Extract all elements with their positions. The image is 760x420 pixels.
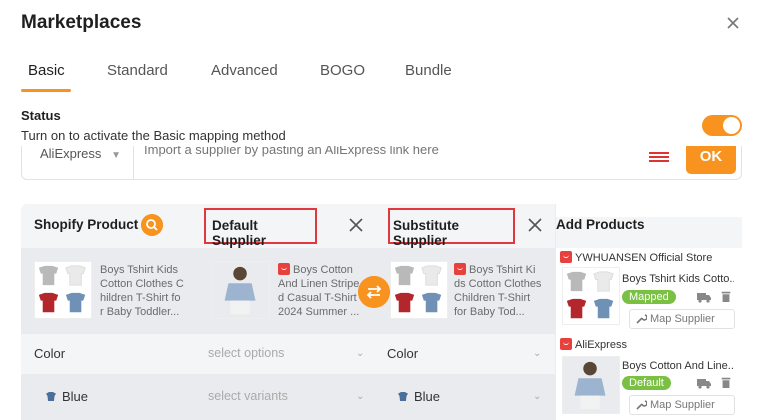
aliexpress-icon xyxy=(454,263,466,275)
title-line: Cotton Clothes C xyxy=(100,278,184,290)
tshirt-icon xyxy=(398,392,408,401)
shopify-product-image xyxy=(34,261,92,319)
map-supplier-label: Map Supplier xyxy=(650,399,715,411)
store-name-text: AliExpress xyxy=(575,339,627,351)
substitute-option-value[interactable]: Color xyxy=(387,346,418,361)
substitute-variant-text: Blue xyxy=(414,389,441,404)
aliexpress-icon xyxy=(278,263,290,275)
title-line: Boys Tshirt Ki xyxy=(454,263,541,277)
search-icon[interactable] xyxy=(141,214,163,236)
aliexpress-icon xyxy=(560,338,572,350)
swap-icon[interactable] xyxy=(358,276,390,308)
source-select[interactable]: AliExpress ▼ xyxy=(22,146,134,179)
remove-substitute-supplier-icon[interactable] xyxy=(528,218,542,232)
title-line: Boys Tshirt Kids xyxy=(100,264,179,276)
add-product-image xyxy=(562,356,620,414)
chevron-down-icon: ⌄ xyxy=(356,391,365,402)
trash-icon[interactable] xyxy=(719,376,733,388)
page-title: Marketplaces xyxy=(21,12,142,33)
title-line-text: Boys Tshirt Ki xyxy=(469,264,536,276)
truck-icon[interactable] xyxy=(697,377,711,389)
default-supplier-title[interactable]: Boys Cotton And Linen Stripe d Casual T-… xyxy=(278,263,359,319)
option-label: Color xyxy=(34,346,66,361)
title-line-text: Boys Cotton xyxy=(293,264,353,276)
title-line: 2024 Summer ... xyxy=(278,306,360,318)
store-name[interactable]: YWHUANSEN Official Store xyxy=(560,251,712,264)
tab-bogo[interactable]: BOGO xyxy=(320,62,365,79)
chevron-down-icon: ⌄ xyxy=(533,348,542,359)
default-supplier-image xyxy=(212,261,270,319)
add-products-header: Add Products xyxy=(556,217,742,248)
tab-basic[interactable]: Basic xyxy=(28,62,65,79)
ok-button[interactable]: OK xyxy=(686,146,736,174)
substitute-supplier-image xyxy=(390,261,448,319)
status-toggle[interactable] xyxy=(702,115,742,136)
store-name[interactable]: AliExpress xyxy=(560,338,627,351)
wrench-icon xyxy=(636,314,647,324)
default-badge: Default xyxy=(622,376,671,390)
variant-label: Blue xyxy=(46,389,88,404)
store-name-text: YWHUANSEN Official Store xyxy=(575,252,713,264)
add-product-title[interactable]: Boys Tshirt Kids Cotto... xyxy=(622,273,734,285)
remove-default-supplier-icon[interactable] xyxy=(349,218,363,232)
map-supplier-label: Map Supplier xyxy=(650,313,715,325)
add-products-column: Add Products YWHUANSEN Official Store Bo… xyxy=(555,204,742,420)
close-icon[interactable] xyxy=(724,14,742,32)
substitute-supplier-title[interactable]: Boys Tshirt Ki ds Cotton Clothes Childre… xyxy=(454,263,541,319)
trash-icon[interactable] xyxy=(719,290,733,302)
add-product-image xyxy=(562,267,620,325)
shopify-product-title[interactable]: Boys Tshirt Kids Cotton Clothes C hildre… xyxy=(100,263,184,319)
title-line: d Casual T-Shirt xyxy=(278,292,357,304)
mapped-badge: Mapped xyxy=(622,290,676,304)
import-link-input[interactable] xyxy=(144,146,544,157)
default-supplier-header: Default Supplier xyxy=(204,208,317,248)
title-line: Boys Cotton xyxy=(278,263,359,277)
status-title: Status xyxy=(21,108,61,123)
add-product-title[interactable]: Boys Cotton And Line... xyxy=(622,360,734,372)
wrench-icon xyxy=(636,400,647,410)
title-line: Children T-Shirt xyxy=(454,292,531,304)
truck-icon[interactable] xyxy=(697,291,711,303)
title-line: hildren T-Shirt fo xyxy=(100,292,181,304)
toggle-knob xyxy=(723,117,740,134)
flag-icon[interactable] xyxy=(649,152,669,164)
source-select-value: AliExpress xyxy=(40,146,102,161)
tab-bar: Basic Standard Advanced BOGO Bundle xyxy=(0,58,760,94)
import-bar: AliExpress ▼ OK xyxy=(21,146,742,180)
chevron-down-icon: ⌄ xyxy=(356,348,365,359)
title-line: And Linen Stripe xyxy=(278,278,360,290)
tab-bundle[interactable]: Bundle xyxy=(405,62,452,79)
chevron-down-icon: ⌄ xyxy=(533,391,542,402)
title-line: for Baby Tod... xyxy=(454,306,525,318)
default-variant-select[interactable]: select variants xyxy=(208,389,288,403)
active-tab-indicator xyxy=(21,89,71,92)
mapping-panel: Shopify Product Default Supplier Substit… xyxy=(21,204,742,420)
option-row xyxy=(21,334,555,374)
tshirt-icon xyxy=(46,392,56,401)
map-supplier-button[interactable]: Map Supplier xyxy=(629,309,735,329)
tab-standard[interactable]: Standard xyxy=(107,62,168,79)
variant-row xyxy=(21,374,555,420)
aliexpress-icon xyxy=(560,251,572,263)
map-supplier-button[interactable]: Map Supplier xyxy=(629,395,735,415)
substitute-supplier-header: Substitute Supplier xyxy=(388,208,515,248)
default-option-select[interactable]: select options xyxy=(208,346,284,360)
chevron-down-icon: ▼ xyxy=(111,150,121,161)
status-description: Turn on to activate the Basic mapping me… xyxy=(21,128,286,143)
substitute-variant-value[interactable]: Blue xyxy=(398,389,440,404)
title-line: ds Cotton Clothes xyxy=(454,278,542,290)
variant-label-text: Blue xyxy=(62,389,89,404)
title-line: r Baby Toddler... xyxy=(100,306,180,318)
tab-advanced[interactable]: Advanced xyxy=(211,62,278,79)
